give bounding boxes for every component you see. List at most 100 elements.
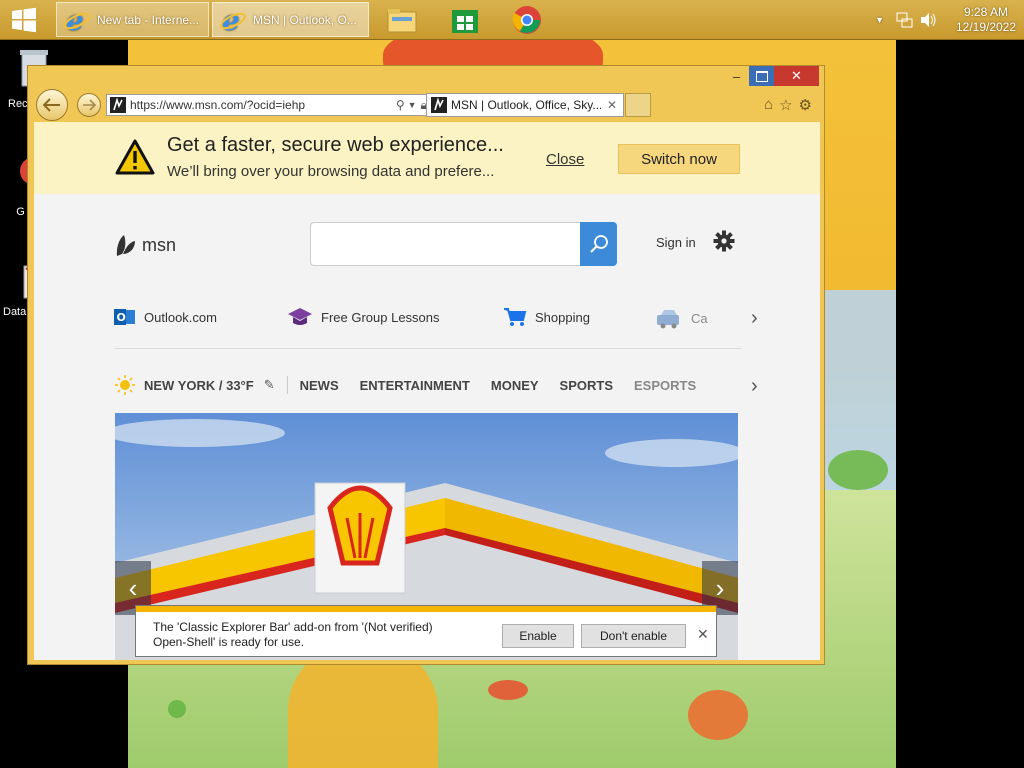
addon-notification-bar: The 'Classic Explorer Bar' add-on from '… bbox=[135, 605, 717, 657]
quicklink-outlook[interactable]: O Outlook.com bbox=[114, 307, 217, 327]
addon-message-line1: The 'Classic Explorer Bar' add-on from '… bbox=[153, 620, 433, 634]
msn-logo[interactable]: msn bbox=[114, 232, 176, 258]
settings-gear-icon[interactable]: ⚙ bbox=[799, 96, 812, 114]
forward-button[interactable] bbox=[77, 93, 101, 117]
search-icon bbox=[589, 235, 608, 253]
back-arrow-icon bbox=[43, 98, 60, 112]
outlook-icon: O bbox=[114, 309, 135, 325]
graduation-cap-icon bbox=[288, 308, 312, 325]
nav-next-icon[interactable]: › bbox=[751, 375, 758, 398]
nav-sports[interactable]: SPORTS bbox=[560, 378, 613, 393]
quicklink-label: Outlook.com bbox=[144, 309, 217, 325]
switch-now-button[interactable]: Switch now bbox=[618, 144, 740, 174]
msn-favicon-icon bbox=[431, 97, 447, 113]
msn-logo-text: msn bbox=[142, 234, 177, 255]
store-icon bbox=[452, 10, 478, 33]
nav-esports[interactable]: ESPORTS bbox=[634, 378, 696, 393]
category-nav: NEW YORK / 33°F ✎ NEWS ENTERTAINMENT MON… bbox=[114, 372, 754, 398]
navigation-bar: https://www.msn.com/?ocid=iehp ⚲ ▼ 🔒︎ ↻ … bbox=[28, 88, 824, 121]
network-icon[interactable] bbox=[896, 12, 914, 28]
chrome-icon bbox=[512, 6, 541, 34]
wallpaper-flower bbox=[488, 680, 528, 700]
quicklink-free-group-lessons[interactable]: Free Group Lessons bbox=[287, 307, 440, 327]
windows-logo-icon bbox=[12, 7, 36, 33]
internet-explorer-icon: e bbox=[220, 6, 246, 34]
enable-addon-button[interactable]: Enable bbox=[502, 624, 574, 648]
promo-close-link[interactable]: Close bbox=[546, 151, 584, 168]
addon-message: The 'Classic Explorer Bar' add-on from '… bbox=[153, 620, 433, 650]
address-bar[interactable]: https://www.msn.com/?ocid=iehp ⚲ ▼ 🔒︎ ↻ bbox=[106, 94, 446, 116]
internet-explorer-window: – ✕ https://www.msn.com/?ocid=iehp ⚲ ▼ 🔒… bbox=[27, 65, 825, 665]
home-icon[interactable]: ⌂ bbox=[764, 96, 773, 114]
msn-butterfly-icon bbox=[116, 235, 135, 256]
quicklink-shopping[interactable]: Shopping bbox=[503, 307, 590, 327]
taskbar-clock[interactable]: 9:28 AM 12/19/2022 bbox=[948, 5, 1024, 35]
quicklink-label: Shopping bbox=[535, 309, 590, 325]
nav-news[interactable]: NEWS bbox=[300, 378, 339, 393]
promo-title: Get a faster, secure web experience... bbox=[167, 134, 504, 156]
nav-money[interactable]: MONEY bbox=[491, 378, 539, 393]
shopping-cart-icon bbox=[504, 308, 527, 326]
system-tray: ▼ 9:28 AM 12/19/2022 bbox=[875, 0, 1024, 40]
favorites-star-icon[interactable]: ☆ bbox=[779, 96, 792, 114]
file-explorer-icon bbox=[387, 9, 417, 33]
wallpaper-flower bbox=[688, 690, 748, 740]
quicklink-cars[interactable]: Ca bbox=[655, 307, 708, 329]
msn-settings-button[interactable] bbox=[713, 230, 735, 255]
sign-in-link[interactable]: Sign in bbox=[656, 235, 696, 250]
desktop-background-right bbox=[896, 40, 1024, 768]
start-button[interactable] bbox=[8, 6, 40, 34]
gear-icon bbox=[713, 230, 735, 252]
quicklinks-next-icon[interactable]: › bbox=[751, 307, 758, 330]
back-button[interactable] bbox=[36, 89, 68, 121]
wallpaper-bush bbox=[828, 450, 888, 490]
wallpaper-flower bbox=[168, 700, 186, 718]
sun-icon bbox=[115, 375, 135, 395]
weather-location[interactable]: NEW YORK / 33°F bbox=[144, 378, 254, 393]
nav-entertainment[interactable]: ENTERTAINMENT bbox=[360, 378, 470, 393]
close-tab-icon[interactable]: ✕ bbox=[607, 98, 617, 112]
edge-promo-bar: Get a faster, secure web experience... W… bbox=[34, 122, 820, 194]
divider bbox=[114, 348, 742, 349]
clock-time: 9:28 AM bbox=[963, 5, 1009, 19]
volume-icon[interactable] bbox=[920, 12, 938, 28]
addon-bar-stripe bbox=[136, 606, 716, 612]
dropdown-icon[interactable]: ▼ bbox=[408, 100, 417, 110]
desktop-icon-label: Rec bbox=[8, 98, 28, 110]
taskbar-store[interactable] bbox=[448, 4, 482, 36]
window-controls: – ✕ bbox=[724, 66, 819, 86]
taskbar-chrome[interactable] bbox=[510, 4, 544, 36]
close-icon[interactable]: ✕ bbox=[697, 626, 709, 643]
taskbar-task-label: MSN | Outlook, O... bbox=[253, 12, 357, 27]
dont-enable-addon-button[interactable]: Don't enable bbox=[581, 624, 686, 648]
msn-search-button[interactable] bbox=[580, 222, 617, 266]
tab-title: MSN | Outlook, Office, Sky... bbox=[451, 98, 601, 112]
close-window-button[interactable]: ✕ bbox=[774, 66, 819, 86]
desktop-icon-label: Data bbox=[3, 306, 27, 318]
warning-icon bbox=[115, 139, 155, 175]
page-content: Get a faster, secure web experience... W… bbox=[34, 122, 820, 660]
quicklink-label: Free Group Lessons bbox=[321, 309, 440, 325]
chevron-right-icon: › bbox=[715, 572, 725, 603]
clock-date: 12/19/2022 bbox=[955, 20, 1017, 34]
edit-pencil-icon[interactable]: ✎ bbox=[264, 377, 275, 393]
taskbar-task-label: New tab - Interne... bbox=[97, 12, 200, 27]
browser-tab-msn[interactable]: MSN | Outlook, Office, Sky... ✕ bbox=[426, 93, 624, 117]
chevron-up-icon[interactable]: ▼ bbox=[875, 15, 884, 25]
svg-text:O: O bbox=[117, 311, 126, 324]
minimize-button[interactable]: – bbox=[724, 66, 749, 86]
toolbar-icons: ⌂ ☆ ⚙ bbox=[764, 96, 812, 114]
car-icon bbox=[657, 310, 679, 329]
msn-favicon-icon bbox=[110, 97, 126, 113]
search-icon[interactable]: ⚲ bbox=[396, 98, 405, 112]
maximize-button[interactable] bbox=[749, 66, 774, 86]
new-tab-button[interactable] bbox=[625, 93, 651, 117]
taskbar-task-new-tab[interactable]: e New tab - Interne... bbox=[56, 2, 209, 37]
internet-explorer-icon: e bbox=[64, 6, 90, 34]
maximize-icon bbox=[755, 70, 768, 82]
taskbar-task-msn[interactable]: e MSN | Outlook, O... bbox=[212, 2, 369, 37]
address-url: https://www.msn.com/?ocid=iehp bbox=[130, 98, 306, 112]
taskbar-file-explorer[interactable] bbox=[385, 4, 419, 36]
quick-links: O Outlook.com Free Group Lessons Shoppin… bbox=[114, 307, 754, 337]
msn-search-input[interactable] bbox=[310, 222, 580, 266]
